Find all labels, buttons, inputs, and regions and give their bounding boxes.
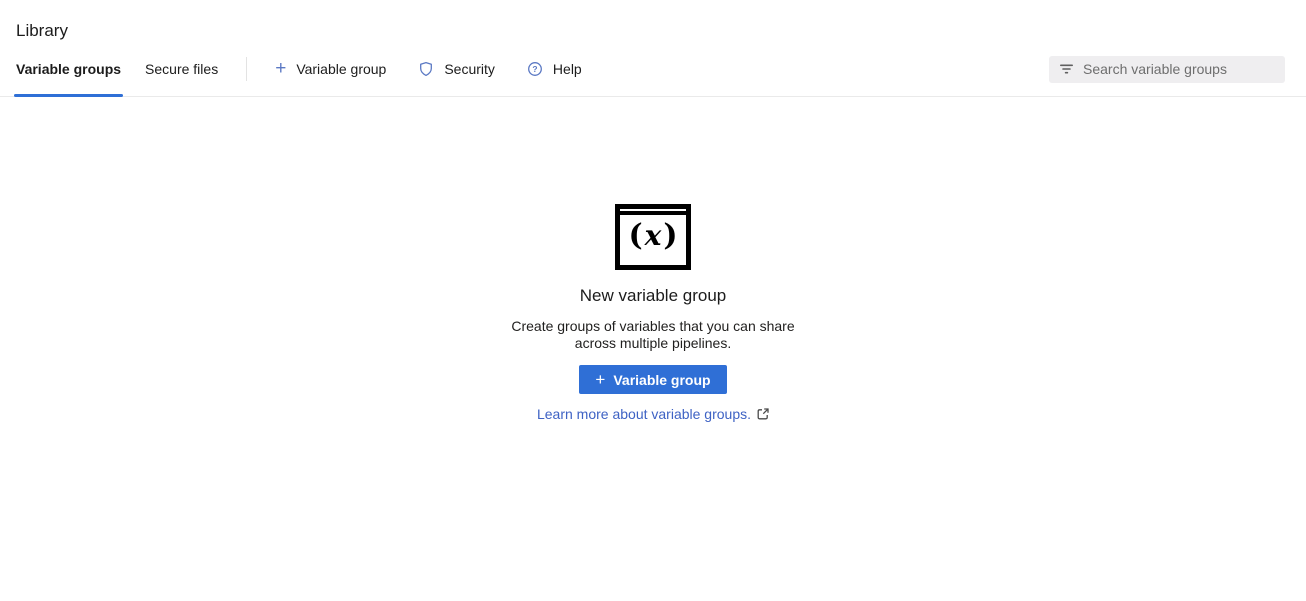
page: { "page": { "title": "Library" }, "tabs"… [0, 0, 1306, 601]
plus-icon: + [275, 62, 286, 76]
tab-secure-files-label: Secure files [145, 61, 218, 77]
learn-more-link[interactable]: Learn more about variable groups. [537, 406, 769, 422]
learn-more-link-label: Learn more about variable groups. [537, 406, 751, 422]
variable-group-icon: ( x ) [615, 204, 691, 270]
empty-state-description: Create groups of variables that you can … [499, 318, 807, 352]
svg-text:?: ? [532, 64, 537, 74]
empty-state: ( x ) New variable group Create groups o… [0, 204, 1306, 424]
toolbar-button-variable-group-label: Variable group [296, 61, 386, 77]
filter-icon [1059, 63, 1074, 75]
plus-icon: + [595, 373, 605, 387]
search-input[interactable] [1083, 61, 1277, 77]
tab-secure-files[interactable]: Secure files [145, 42, 218, 96]
variable-group-icon-glyph: ( x ) [620, 215, 686, 261]
shield-icon [418, 61, 434, 77]
variable-group-button-label: Variable group [613, 372, 710, 388]
page-title: Library [16, 20, 1290, 42]
learn-more-row: Learn more about variable groups. [0, 406, 1306, 424]
toolbar-separator [246, 57, 247, 81]
toolbar-button-help-label: Help [553, 61, 582, 77]
toolbar-button-help[interactable]: ? Help [517, 55, 592, 83]
external-link-icon [757, 408, 769, 420]
tab-bar: Variable groups Secure files + Variable … [0, 42, 1306, 97]
search-box[interactable] [1049, 56, 1285, 83]
toolbar-button-variable-group[interactable]: + Variable group [265, 55, 396, 83]
tab-variable-groups[interactable]: Variable groups [16, 42, 121, 96]
empty-state-title: New variable group [0, 286, 1306, 306]
help-icon: ? [527, 61, 543, 77]
toolbar-button-security-label: Security [444, 61, 495, 77]
page-header: Library [0, 0, 1306, 42]
tab-variable-groups-label: Variable groups [16, 61, 121, 77]
variable-group-button[interactable]: + Variable group [579, 365, 726, 394]
toolbar-button-security[interactable]: Security [408, 55, 505, 83]
